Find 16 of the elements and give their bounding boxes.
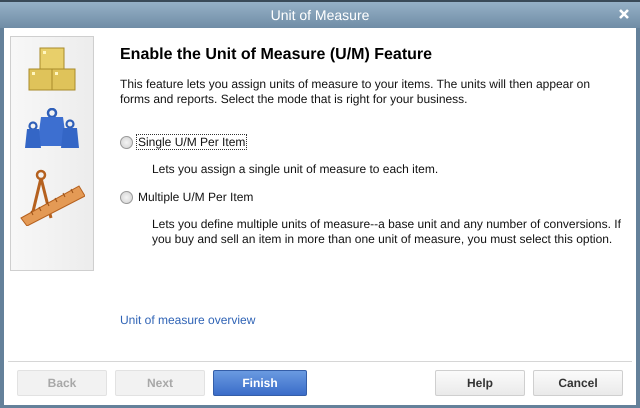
wizard-button[interactable]: Cancel xyxy=(533,370,623,396)
option-description: Lets you assign a single unit of measure to each item. xyxy=(152,162,440,177)
radio-button[interactable] xyxy=(120,136,133,148)
radio-button[interactable] xyxy=(120,190,133,204)
wizard-button[interactable]: Help xyxy=(435,370,525,396)
boxes-icon xyxy=(27,47,77,92)
page-heading: Enable the Unit of Measure (U/M) Feature xyxy=(120,46,434,64)
overview-link[interactable]: Unit of measure overview xyxy=(120,313,256,327)
intro-text: This feature lets you assign units of measure to your items. The units will then appear on forms and reports. Select the mode that is right for your business. xyxy=(120,77,592,107)
option-label[interactable]: Multiple U/M Per Item xyxy=(136,189,256,205)
window-title: Unit of Measure xyxy=(270,7,370,23)
compass-ruler-icon xyxy=(19,168,85,226)
option-description: Lets you define multiple units of measure--a base unit and any number of conversions. If you buy and sell an item in more than one unit of measure, you must select this option. xyxy=(152,217,622,247)
close-button[interactable] xyxy=(618,8,630,20)
option-label[interactable]: Single U/M Per Item xyxy=(136,134,248,150)
wizard-button[interactable]: Finish xyxy=(213,370,307,396)
